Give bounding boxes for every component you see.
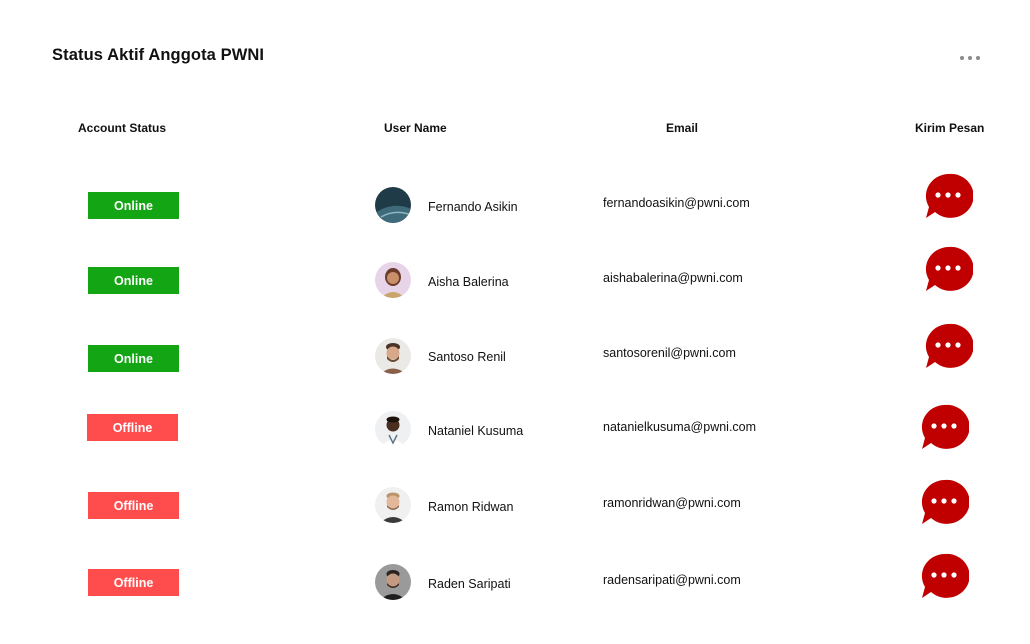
send-message-button[interactable] [919, 552, 969, 602]
status-badge: Offline [88, 492, 179, 519]
chat-bubble-icon [921, 553, 969, 598]
send-message-button[interactable] [923, 245, 973, 295]
column-header-email: Email [666, 121, 699, 135]
send-message-button[interactable] [919, 478, 969, 528]
status-badge: Online [88, 345, 179, 372]
chat-bubble-icon [925, 173, 973, 218]
user-name: Santoso Renil [428, 350, 506, 364]
user-email: santosorenil@pwni.com [603, 346, 736, 360]
send-message-button[interactable] [919, 403, 969, 453]
user-email: aishabalerina@pwni.com [603, 271, 743, 285]
column-header-account-status: Account Status [78, 121, 167, 135]
chat-bubble-icon [925, 246, 973, 291]
avatar [375, 411, 411, 447]
chat-bubble-icon [925, 323, 973, 368]
send-message-button[interactable] [923, 172, 973, 222]
user-name: Fernando Asikin [428, 200, 518, 214]
status-badge: Online [88, 192, 179, 219]
more-options-icon[interactable] [960, 52, 980, 64]
user-name: Nataniel Kusuma [428, 424, 524, 438]
user-email: radensaripati@pwni.com [603, 573, 741, 587]
table-row: Online Fernando Asikin fernandoasikin@pw… [0, 172, 1030, 235]
send-message-button[interactable] [923, 322, 973, 372]
status-badge: Online [88, 267, 179, 294]
status-badge: Offline [88, 569, 179, 596]
table-row: Online Aisha Balerina aishabalerina@pwni… [0, 246, 1030, 310]
chat-bubble-icon [921, 404, 969, 449]
page-title: Status Aktif Anggota PWNI [52, 46, 265, 64]
user-email: natanielkusuma@pwni.com [603, 420, 757, 434]
status-badge: Offline [87, 414, 178, 441]
avatar [375, 187, 411, 223]
table-row: Offline Raden Saripati radensaripati@pwn… [0, 552, 1030, 612]
avatar [375, 487, 411, 523]
table-row: Offline Nataniel Kusuma natanielkusuma@p… [0, 397, 1030, 457]
column-header-user-name: User Name [384, 121, 447, 135]
user-name: Ramon Ridwan [428, 500, 514, 514]
user-name: Raden Saripati [428, 577, 511, 591]
avatar [375, 262, 411, 298]
table-row: Offline Ramon Ridwan ramonridwan@pwni.co… [0, 475, 1030, 535]
table-row: Online Santoso Renil santosorenil@pwni.c… [0, 323, 1030, 388]
avatar [375, 564, 411, 600]
chat-bubble-icon [921, 479, 969, 524]
user-email: fernandoasikin@pwni.com [603, 196, 750, 210]
user-email: ramonridwan@pwni.com [603, 496, 741, 510]
user-name: Aisha Balerina [428, 275, 509, 289]
avatar [375, 338, 411, 374]
column-header-kirim-pesan: Kirim Pesan [915, 121, 985, 135]
